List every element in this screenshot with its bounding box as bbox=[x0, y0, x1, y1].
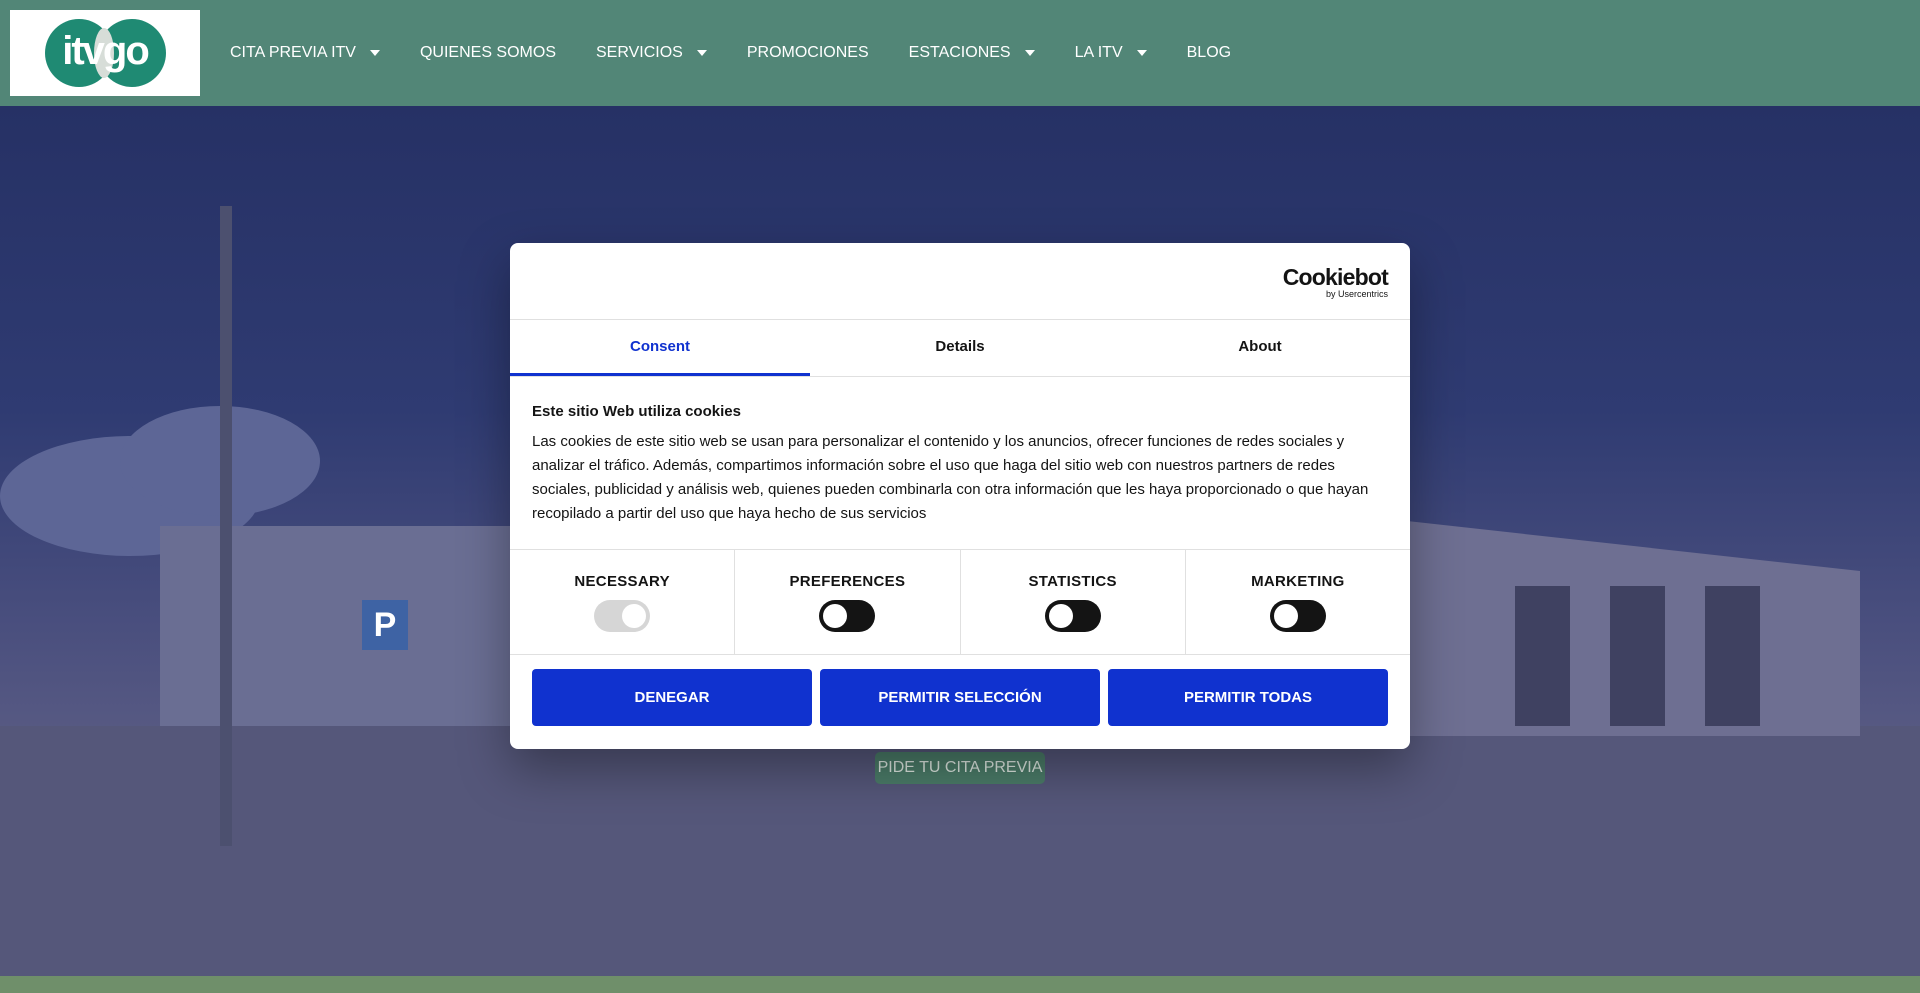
toggle-label: PREFERENCES bbox=[789, 573, 906, 590]
cookie-consent-dialog: Cookiebot by Usercentrics Consent Detail… bbox=[510, 243, 1410, 749]
nav-label: LA ITV bbox=[1074, 44, 1123, 61]
nav-item-blog[interactable]: BLOG bbox=[1187, 44, 1231, 62]
allow-selection-button[interactable]: PERMITIR SELECCIÓN bbox=[820, 669, 1100, 726]
tab-consent[interactable]: Consent bbox=[510, 320, 810, 376]
nav-label: PROMOCIONES bbox=[746, 44, 869, 61]
toggle-label: MARKETING bbox=[1251, 573, 1345, 590]
nav-item-estaciones[interactable]: ESTACIONES bbox=[909, 44, 1035, 62]
toggle-cell-marketing: MARKETING bbox=[1186, 550, 1410, 654]
allow-all-button[interactable]: PERMITIR TODAS bbox=[1108, 669, 1388, 726]
site-logo[interactable]: itvgo bbox=[10, 10, 200, 96]
preferences-toggle[interactable] bbox=[819, 600, 876, 632]
dialog-divider bbox=[510, 654, 1410, 655]
consent-body: Este sitio Web utiliza cookies Las cooki… bbox=[532, 403, 1388, 526]
cita-previa-cta-button[interactable]: PIDE TU CITA PREVIA bbox=[875, 752, 1045, 784]
site-header: itvgo CITA PREVIA ITV QUIENES SOMOS SERV… bbox=[0, 0, 1920, 106]
toggle-knob bbox=[1048, 604, 1073, 628]
hero-door bbox=[1705, 586, 1760, 726]
nav-label: CITA PREVIA ITV bbox=[230, 44, 356, 61]
caret-down-icon bbox=[1136, 50, 1147, 56]
nav-item-servicios[interactable]: SERVICIOS bbox=[596, 44, 707, 62]
hero-door bbox=[1515, 586, 1570, 726]
parking-sign-icon: P bbox=[362, 600, 408, 650]
cookie-category-toggles: NECESSARY PREFERENCES STATISTICS MARKETI… bbox=[510, 550, 1410, 654]
consent-text: Las cookies de este sitio web se usan pa… bbox=[532, 433, 1369, 522]
nav-item-quienes-somos[interactable]: QUIENES SOMOS bbox=[420, 44, 556, 62]
deny-button[interactable]: DENEGAR bbox=[532, 669, 812, 726]
marketing-toggle[interactable] bbox=[1269, 600, 1326, 632]
caret-down-icon bbox=[369, 50, 380, 56]
nav-item-cita-previa[interactable]: CITA PREVIA ITV bbox=[230, 44, 380, 62]
toggle-knob bbox=[823, 604, 848, 628]
tab-details[interactable]: Details bbox=[810, 320, 1110, 376]
cookie-action-buttons: DENEGAR PERMITIR SELECCIÓN PERMITIR TODA… bbox=[532, 669, 1388, 726]
hero-door bbox=[1610, 586, 1665, 726]
toggle-knob bbox=[622, 604, 647, 628]
logo-text: itvgo bbox=[62, 29, 150, 73]
nav-label: BLOG bbox=[1186, 44, 1232, 61]
page-bottom-strip bbox=[0, 976, 1920, 993]
cookie-tabs: Consent Details About bbox=[510, 320, 1410, 376]
cookiebot-brand-name: Cookiebot bbox=[1282, 264, 1389, 290]
toggle-cell-preferences: PREFERENCES bbox=[735, 550, 961, 654]
cookiebot-brand-by: by Usercentrics bbox=[1325, 289, 1388, 299]
toggle-cell-statistics: STATISTICS bbox=[961, 550, 1186, 654]
caret-down-icon bbox=[696, 50, 707, 56]
main-nav: CITA PREVIA ITV QUIENES SOMOS SERVICIOS … bbox=[230, 0, 1271, 106]
toggle-label: NECESSARY bbox=[574, 573, 670, 590]
consent-title: Este sitio Web utiliza cookies bbox=[532, 403, 741, 420]
nav-label: QUIENES SOMOS bbox=[419, 44, 556, 61]
caret-down-icon bbox=[1024, 50, 1035, 56]
toggle-cell-necessary: NECESSARY bbox=[510, 550, 736, 654]
nav-label: ESTACIONES bbox=[908, 44, 1011, 61]
nav-item-la-itv[interactable]: LA ITV bbox=[1075, 44, 1147, 62]
dialog-divider bbox=[510, 376, 1410, 377]
hero-light-pole bbox=[220, 206, 232, 846]
cookiebot-logo: Cookiebot by Usercentrics bbox=[1282, 264, 1389, 299]
statistics-toggle[interactable] bbox=[1044, 600, 1101, 632]
necessary-toggle bbox=[594, 600, 651, 632]
nav-label: SERVICIOS bbox=[596, 44, 683, 61]
nav-item-promociones[interactable]: PROMOCIONES bbox=[747, 44, 869, 62]
toggle-knob bbox=[1273, 604, 1298, 628]
toggle-label: STATISTICS bbox=[1028, 573, 1117, 590]
tab-about[interactable]: About bbox=[1110, 320, 1410, 376]
